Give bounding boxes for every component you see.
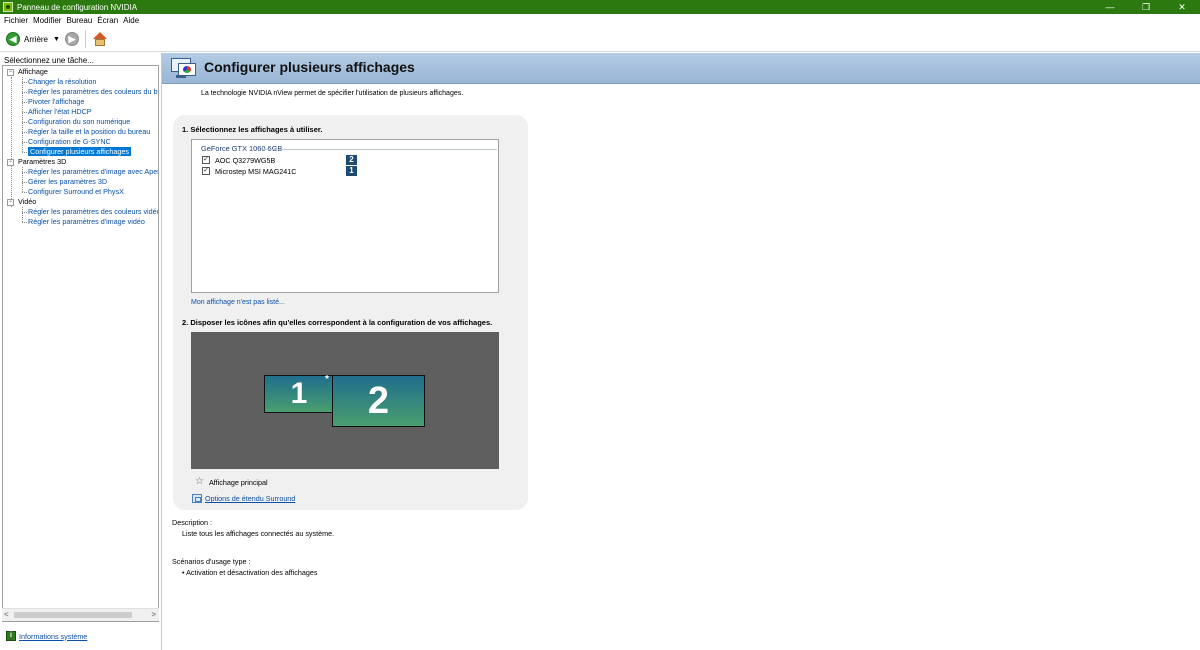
page-header: Configurer plusieurs affichages <box>162 53 1200 84</box>
tree-item-couleurs-bureau[interactable]: Régler les paramètres des couleurs du bu… <box>3 87 158 97</box>
display-number-badge: 2 <box>346 155 357 165</box>
menu-modifier[interactable]: Modifier <box>33 16 61 25</box>
display-checkbox[interactable]: ✓ <box>202 167 210 175</box>
tree-item-son-numerique[interactable]: Configuration du son numérique <box>3 117 158 127</box>
description-label: Description : <box>172 518 212 527</box>
usage-item: • Activation et désactivation des affich… <box>182 568 318 577</box>
menu-bar: Fichier Modifier Bureau Écran Aide <box>0 14 1200 27</box>
display-name: Microstep MSI MAG241C <box>215 166 297 176</box>
tree-category-parametres-3d[interactable]: − Paramètres 3D <box>3 157 158 167</box>
tree-item-gerer-3d[interactable]: Gérer les paramètres 3D <box>3 177 158 187</box>
toolbar: ◀ Arrière ▼ ▶ <box>0 27 1200 52</box>
info-icon: i <box>6 631 16 641</box>
page-intro: La technologie NVIDIA nView permet de sp… <box>201 90 464 97</box>
scroll-right-icon[interactable]: > <box>151 610 156 619</box>
window-controls: — ❐ ✕ <box>1092 0 1200 14</box>
restore-button[interactable]: ❐ <box>1128 0 1164 14</box>
display-checkbox[interactable]: ✓ <box>202 156 210 164</box>
monitor-1-tile[interactable]: 1 <box>264 375 334 413</box>
primary-display-legend: ☆ Affichage principal <box>195 477 268 487</box>
tree-category-video[interactable]: − Vidéo <box>3 197 158 207</box>
display-row-aoc[interactable]: ✓ AOC Q3279WG5B <box>202 155 275 165</box>
panel-splitter[interactable] <box>161 53 162 650</box>
tree-category-affichage[interactable]: − Affichage <box>3 67 158 77</box>
star-outline-icon: ☆ <box>195 476 204 487</box>
tree-item-surround-physx[interactable]: Configurer Surround et PhysX <box>3 187 158 197</box>
primary-display-star-icon: * <box>325 374 329 385</box>
collapse-toggle-icon[interactable]: − <box>7 199 14 206</box>
monitor-2-tile[interactable]: 2 <box>332 375 425 427</box>
minimize-button[interactable]: — <box>1092 0 1128 14</box>
collapse-toggle-icon[interactable]: − <box>7 69 14 76</box>
scroll-thumb[interactable] <box>14 612 132 618</box>
title-bar: Panneau de configuration NVIDIA — ❐ ✕ <box>0 0 1200 14</box>
tree-item-plusieurs-affichages[interactable]: Configurer plusieurs affichages <box>3 147 158 157</box>
system-info-link[interactable]: i Informations système <box>6 631 87 641</box>
menu-bureau[interactable]: Bureau <box>66 16 92 25</box>
description-text: Liste tous les affichages connectés au s… <box>182 529 335 538</box>
window-title: Panneau de configuration NVIDIA <box>17 2 138 12</box>
display-list: GeForce GTX 1060 6GB ✓ AOC Q3279WG5B 2 ✓… <box>191 139 499 293</box>
tree-item-gsync[interactable]: Configuration de G-SYNC <box>3 137 158 147</box>
scroll-left-icon[interactable]: < <box>4 610 9 619</box>
close-button[interactable]: ✕ <box>1164 0 1200 14</box>
nvidia-app-icon <box>3 2 13 12</box>
tree-item-couleurs-video[interactable]: Régler les paramètres des couleurs vidéo <box>3 207 158 217</box>
step1-heading: 1. Sélectionnez les affichages à utilise… <box>182 125 323 134</box>
display-row-msi[interactable]: ✓ Microstep MSI MAG241C <box>202 166 296 176</box>
display-number-badge: 1 <box>346 166 357 176</box>
tree-item-pivoter[interactable]: Pivoter l'affichage <box>3 97 158 107</box>
back-label: Arrière <box>24 34 49 44</box>
forward-arrow-icon[interactable]: ▶ <box>64 32 79 46</box>
tree-item-image-video[interactable]: Régler les paramètres d'image vidéo <box>3 217 158 227</box>
collapse-toggle-icon[interactable]: − <box>7 159 14 166</box>
task-panel-title: Sélectionnez une tâche... <box>4 56 94 65</box>
home-icon[interactable] <box>92 31 108 47</box>
back-button[interactable]: ◀ Arrière <box>6 32 48 46</box>
menu-ecran[interactable]: Écran <box>97 16 118 25</box>
menu-fichier[interactable]: Fichier <box>4 16 28 25</box>
tree-item-hdcp[interactable]: Afficher l'état HDCP <box>3 107 158 117</box>
tree-horizontal-scrollbar[interactable]: < > <box>2 608 159 621</box>
gpu-group-line <box>261 149 497 150</box>
tree-item-changer-resolution[interactable]: Changer la résolution <box>3 77 158 87</box>
tree-item-image-apercu[interactable]: Régler les paramètres d'image avec Aperç… <box>3 167 158 177</box>
step2-heading: 2. Disposer les icônes afin qu'elles cor… <box>182 318 493 327</box>
primary-display-label: Affichage principal <box>209 477 268 487</box>
system-info-label[interactable]: Informations système <box>19 632 87 641</box>
display-arrangement-area[interactable]: 1 2 * <box>191 332 499 469</box>
menu-aide[interactable]: Aide <box>123 16 139 25</box>
toolbar-separator <box>84 30 86 48</box>
back-arrow-icon: ◀ <box>6 32 20 46</box>
surround-icon <box>192 494 202 503</box>
back-history-dropdown[interactable]: ▼ <box>53 36 60 43</box>
surround-options-label[interactable]: Options de étendu Surround <box>205 494 295 503</box>
task-tree: − Affichage Changer la résolution Régler… <box>2 65 159 622</box>
display-name: AOC Q3279WG5B <box>215 155 276 165</box>
page-title: Configurer plusieurs affichages <box>204 59 415 75</box>
multi-monitor-icon <box>171 58 197 79</box>
tree-item-taille-position[interactable]: Régler la taille et la position du burea… <box>3 127 158 137</box>
display-not-listed-link[interactable]: Mon affichage n'est pas listé... <box>191 299 285 306</box>
usage-label: Scénarios d'usage type : <box>172 557 251 566</box>
surround-options-link[interactable]: Options de étendu Surround <box>192 494 295 503</box>
